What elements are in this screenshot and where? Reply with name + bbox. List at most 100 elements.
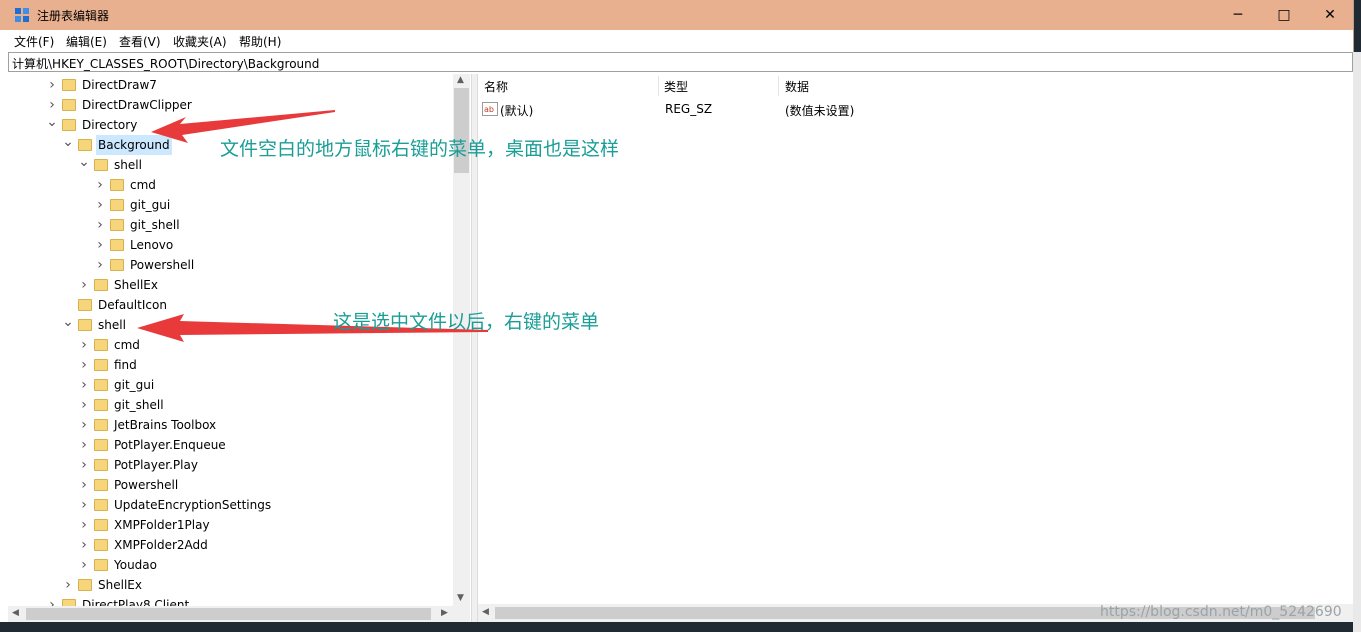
scroll-up-icon[interactable]: ▲ xyxy=(457,75,464,85)
tree-node-label: cmd xyxy=(114,338,140,352)
chevron-right-icon[interactable]: › xyxy=(78,515,90,535)
chevron-right-icon[interactable]: › xyxy=(78,395,90,415)
registry-editor-icon xyxy=(15,8,29,22)
chevron-right-icon[interactable]: › xyxy=(78,375,90,395)
tree-node[interactable]: › Powershell xyxy=(8,475,453,495)
chevron-right-icon[interactable]: › xyxy=(46,95,58,115)
menu-bar: 文件(F) 编辑(E) 查看(V) 收藏夹(A) 帮助(H) xyxy=(0,30,1353,51)
tree-node[interactable]: › find xyxy=(8,355,453,375)
tree-node[interactable]: › cmd xyxy=(8,335,453,355)
column-divider[interactable] xyxy=(658,76,659,96)
folder-icon xyxy=(62,599,76,606)
tree-hscroll-thumb[interactable] xyxy=(26,608,431,620)
tree-node[interactable]: › Lenovo xyxy=(8,235,453,255)
tree-node[interactable]: › UpdateEncryptionSettings xyxy=(8,495,453,515)
chevron-right-icon[interactable]: › xyxy=(46,595,58,606)
tree-node[interactable]: › Powershell xyxy=(8,255,453,275)
tree-node[interactable]: › PotPlayer.Play xyxy=(8,455,453,475)
folder-icon xyxy=(78,319,92,331)
folder-icon xyxy=(94,399,108,411)
folder-icon xyxy=(62,79,76,91)
chevron-right-icon[interactable]: › xyxy=(94,215,106,235)
scroll-down-icon[interactable]: ▼ xyxy=(457,593,464,603)
chevron-right-icon[interactable]: › xyxy=(94,235,106,255)
folder-icon xyxy=(62,99,76,111)
scroll-left-icon[interactable]: ◀ xyxy=(12,608,19,618)
tree-node[interactable]: › cmd xyxy=(8,175,453,195)
column-divider[interactable] xyxy=(778,76,779,96)
close-button[interactable]: ✕ xyxy=(1307,0,1353,30)
folder-icon xyxy=(94,419,108,431)
watermark: https://blog.csdn.net/m0_5242690 xyxy=(1100,604,1342,620)
tree-node[interactable]: › git_shell xyxy=(8,395,453,415)
menu-favorites[interactable]: 收藏夹(A) xyxy=(173,33,227,50)
tree-node[interactable]: › ShellEx xyxy=(8,575,453,595)
chevron-down-icon[interactable]: ⌄ xyxy=(78,155,90,175)
tree-node[interactable]: ⌄ Directory xyxy=(8,115,453,135)
tree-node-label: XMPFolder2Add xyxy=(114,538,208,552)
chevron-right-icon[interactable]: › xyxy=(78,555,90,575)
tree-node[interactable]: › git_gui xyxy=(8,375,453,395)
chevron-right-icon[interactable]: › xyxy=(94,195,106,215)
tree-node[interactable]: › git_shell xyxy=(8,215,453,235)
tree-node-label: DirectDrawClipper xyxy=(82,98,192,112)
maximize-button[interactable]: □ xyxy=(1261,0,1307,30)
chevron-right-icon[interactable]: › xyxy=(78,535,90,555)
chevron-right-icon[interactable]: › xyxy=(94,255,106,275)
scroll-left-icon[interactable]: ◀ xyxy=(482,607,489,617)
column-header-name[interactable]: 名称 xyxy=(484,78,508,95)
tree-node[interactable]: › git_gui xyxy=(8,195,453,215)
chevron-right-icon[interactable]: › xyxy=(78,455,90,475)
tree-node[interactable]: › Youdao xyxy=(8,555,453,575)
tree-node[interactable]: › XMPFolder1Play xyxy=(8,515,453,535)
folder-icon xyxy=(94,539,108,551)
title-bar[interactable]: 注册表编辑器 ─ □ ✕ xyxy=(0,0,1353,30)
chevron-right-icon[interactable]: › xyxy=(78,415,90,435)
folder-icon xyxy=(94,279,108,291)
tree-node-label: git_gui xyxy=(130,198,171,212)
tree-node[interactable]: › DirectPlay8 Client xyxy=(8,595,453,606)
tree-node-label: git_shell xyxy=(114,398,164,412)
chevron-right-icon[interactable]: › xyxy=(78,355,90,375)
chevron-right-icon[interactable]: › xyxy=(94,175,106,195)
chevron-right-icon[interactable]: › xyxy=(78,335,90,355)
tree-node-label: PotPlayer.Enqueue xyxy=(114,438,226,452)
folder-icon xyxy=(78,579,92,591)
chevron-down-icon[interactable]: ⌄ xyxy=(46,115,58,135)
tree-node-label: PotPlayer.Play xyxy=(114,458,198,472)
tree-node-label: Directory xyxy=(82,118,138,132)
tree-node[interactable]: › JetBrains Toolbox xyxy=(8,415,453,435)
annotation-background: 文件空白的地方鼠标右键的菜单，桌面也是这样 xyxy=(220,138,620,160)
menu-help[interactable]: 帮助(H) xyxy=(239,33,281,50)
chevron-right-icon[interactable]: › xyxy=(78,475,90,495)
tree-node-label: Youdao xyxy=(114,558,157,572)
tree-node[interactable]: › DirectDraw7 xyxy=(8,75,453,95)
table-row[interactable]: ab (默认) REG_SZ (数值未设置) xyxy=(478,100,1353,120)
address-bar[interactable]: 计算机\HKEY_CLASSES_ROOT\Directory\Backgrou… xyxy=(8,52,1353,72)
chevron-right-icon[interactable]: › xyxy=(78,495,90,515)
tree-horizontal-scrollbar[interactable]: ◀ ▶ xyxy=(8,606,470,622)
chevron-right-icon[interactable]: › xyxy=(46,75,58,95)
chevron-right-icon[interactable]: › xyxy=(62,575,74,595)
chevron-right-icon[interactable]: › xyxy=(78,275,90,295)
menu-file[interactable]: 文件(F) xyxy=(14,33,54,50)
chevron-down-icon[interactable]: ⌄ xyxy=(62,135,74,155)
tree-node-label: DefaultIcon xyxy=(98,298,167,312)
column-header-data[interactable]: 数据 xyxy=(785,78,809,95)
address-path: 计算机\HKEY_CLASSES_ROOT\Directory\Backgrou… xyxy=(12,57,320,71)
folder-icon xyxy=(94,499,108,511)
menu-edit[interactable]: 编辑(E) xyxy=(66,33,107,50)
chevron-right-icon[interactable]: › xyxy=(78,435,90,455)
tree-node-label: XMPFolder1Play xyxy=(114,518,210,532)
tree-node[interactable]: › PotPlayer.Enqueue xyxy=(8,435,453,455)
menu-view[interactable]: 查看(V) xyxy=(119,33,161,50)
chevron-down-icon[interactable]: ⌄ xyxy=(62,315,74,335)
tree-node[interactable]: › XMPFolder2Add xyxy=(8,535,453,555)
string-value-icon: ab xyxy=(482,102,498,116)
tree-node[interactable]: › ShellEx xyxy=(8,275,453,295)
column-header-type[interactable]: 类型 xyxy=(664,78,688,95)
scroll-right-icon[interactable]: ▶ xyxy=(441,608,448,618)
minimize-button[interactable]: ─ xyxy=(1215,0,1261,30)
folder-icon xyxy=(94,519,108,531)
tree-node[interactable]: › DirectDrawClipper xyxy=(8,95,453,115)
